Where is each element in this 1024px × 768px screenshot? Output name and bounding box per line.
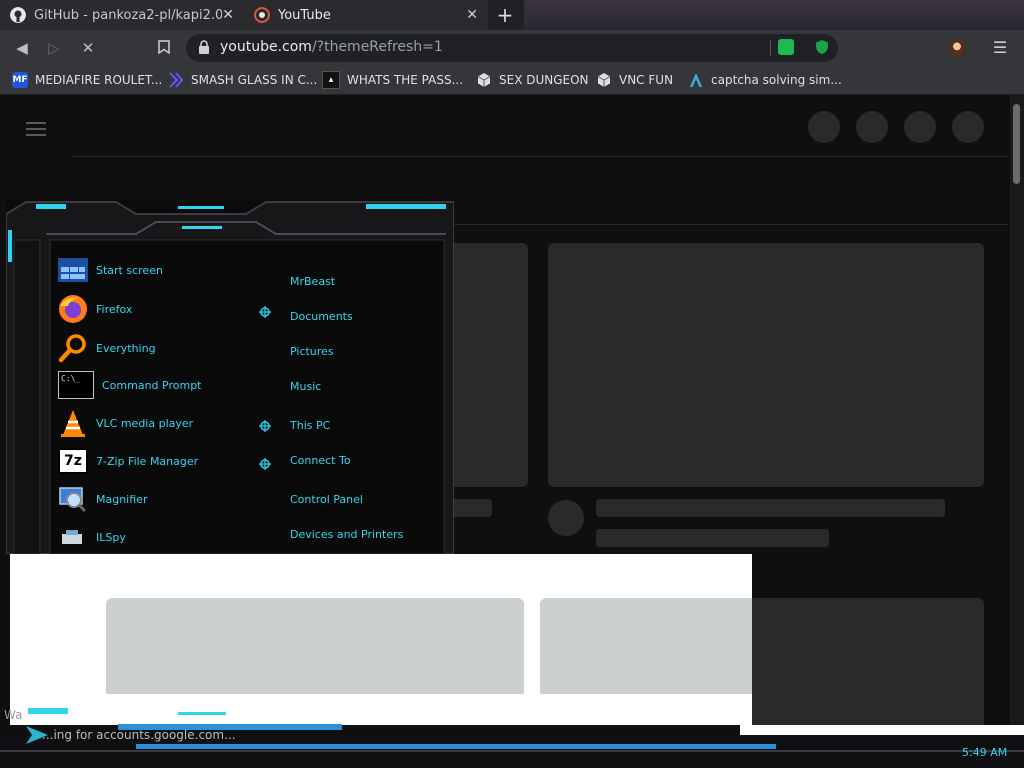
app-item[interactable]: ILSpy <box>58 518 258 556</box>
app-item[interactable]: 7z 7-Zip File Manager <box>58 442 258 480</box>
app-label: Command Prompt <box>102 378 202 392</box>
profile-avatar[interactable] <box>949 40 965 56</box>
skeleton-button <box>904 111 936 143</box>
skeleton-thumbnail <box>540 598 752 694</box>
link-music[interactable]: Music <box>290 380 321 393</box>
app-label: Firefox <box>96 302 133 316</box>
magnifier-icon <box>58 484 88 514</box>
app-label: ILSpy <box>96 530 126 544</box>
arch-logo-icon <box>690 73 702 87</box>
link-connect-to[interactable]: Connect To <box>290 454 351 467</box>
cmd-icon: C:\_ <box>58 371 94 399</box>
pin-icon[interactable] <box>259 420 271 432</box>
bookmark-item[interactable]: captcha solving sim... <box>688 66 842 94</box>
bookmark-item[interactable]: SEX DUNGEON <box>476 66 589 94</box>
ilspy-icon <box>58 522 88 552</box>
back-arrow-icon[interactable]: ◀ <box>12 38 32 58</box>
lock-icon[interactable] <box>198 40 210 54</box>
bookmark-label: WHATS THE PASS... <box>347 73 464 87</box>
new-tab-button[interactable]: + <box>494 4 516 26</box>
cube-icon <box>597 73 611 87</box>
skeleton-subtitle <box>596 529 829 547</box>
hamburger-menu-icon[interactable] <box>26 118 46 140</box>
skeleton-thumbnail <box>548 243 984 487</box>
bookmark-label: captcha solving sim... <box>711 73 842 87</box>
app-label: Start screen <box>96 263 163 277</box>
bookmark-label: SMASH GLASS IN C... <box>191 73 318 87</box>
chevron-logo-icon <box>169 72 184 88</box>
dark-square-icon: ▴ <box>322 71 340 89</box>
start-screen-icon <box>58 255 88 285</box>
bookmark-item[interactable]: ▴ WHATS THE PASS... <box>322 66 463 94</box>
loading-spinner-icon <box>254 7 270 23</box>
app-item[interactable]: Everything <box>58 330 258 366</box>
tab-youtube[interactable]: YouTube ✕ <box>244 0 488 30</box>
skeleton-title <box>454 499 492 517</box>
pin-icon[interactable] <box>259 306 271 318</box>
start-orb-icon[interactable] <box>24 722 50 748</box>
status-left-text: Wa <box>4 708 23 722</box>
tab-github[interactable]: GitHub - pankoza2-pl/kapi2.0peys ✕ <box>0 0 244 30</box>
app-label: Magnifier <box>96 492 148 506</box>
skeleton-avatar <box>952 111 984 143</box>
link-control-panel[interactable]: Control Panel <box>290 493 363 506</box>
link-documents[interactable]: Documents <box>290 310 353 323</box>
bookmark-item[interactable]: MF MEDIAFIRE ROULET... <box>12 66 162 94</box>
skeleton-button <box>856 111 888 143</box>
url-host: youtube.com <box>220 39 312 55</box>
titlebar-decoration <box>524 0 1024 30</box>
mediafire-icon: MF <box>12 72 28 88</box>
url-text[interactable]: youtube.com/?themeRefresh=1 <box>220 39 443 55</box>
tab-title: GitHub - pankoza2-pl/kapi2.0peys <box>34 7 223 23</box>
app-item[interactable]: Magnifier <box>58 480 258 518</box>
app-item[interactable]: C:\_ Command Prompt <box>58 366 258 404</box>
divider <box>770 40 771 56</box>
green-extension-icon[interactable] <box>778 39 794 55</box>
tab-title: YouTube <box>278 7 331 23</box>
github-icon <box>10 7 26 23</box>
skeleton-button <box>808 111 840 143</box>
magnifier-orange-icon <box>58 333 88 363</box>
bookmark-label: MEDIAFIRE ROULET... <box>35 73 163 87</box>
close-icon[interactable]: ✕ <box>222 7 234 23</box>
bookmark-label: SEX DUNGEON <box>499 73 589 87</box>
skeleton-thumbnail <box>454 243 528 487</box>
shield-extension-icon[interactable] <box>814 39 830 55</box>
vlc-cone-icon <box>58 408 88 438</box>
link-pictures[interactable]: Pictures <box>290 345 334 358</box>
app-item[interactable]: Start screen <box>58 254 258 286</box>
scrollbar[interactable] <box>1010 95 1024 735</box>
bookmark-label: VNC FUN <box>619 73 674 87</box>
close-icon[interactable]: ✕ <box>466 7 478 23</box>
app-item[interactable]: VLC media player <box>58 404 258 442</box>
stop-loading-icon[interactable]: ✕ <box>78 38 98 58</box>
taskbar-clock[interactable]: 5:49 AM <box>962 746 1007 759</box>
app-label: 7-Zip File Manager <box>96 454 199 468</box>
link-mrbeast[interactable]: MrBeast <box>290 275 335 288</box>
app-label: Everything <box>96 341 156 355</box>
kebab-menu-icon[interactable]: ☰ <box>990 38 1010 57</box>
bookmark-star-icon[interactable] <box>158 40 170 54</box>
cube-icon <box>477 73 491 87</box>
bookmark-item[interactable]: SMASH GLASS IN C... <box>168 66 317 94</box>
scrollbar-thumb[interactable] <box>1013 104 1020 184</box>
app-label: VLC media player <box>96 416 194 430</box>
firefox-icon <box>58 294 88 324</box>
forward-arrow-icon[interactable]: ▷ <box>44 38 64 58</box>
link-this-pc[interactable]: This PC <box>290 419 330 432</box>
status-text: ...ing for accounts.google.com... <box>42 728 236 742</box>
url-path: /?themeRefresh=1 <box>311 39 443 55</box>
pin-icon[interactable] <box>259 458 271 470</box>
7zip-icon: 7z <box>58 448 88 474</box>
bookmark-item[interactable]: VNC FUN <box>596 66 673 94</box>
app-item[interactable]: Firefox <box>58 288 258 330</box>
link-devices-and-printers[interactable]: Devices and Printers <box>290 528 403 541</box>
app-list: Start screen Firefox Everything C:\_ Com… <box>58 254 258 556</box>
skeleton-title <box>596 499 945 517</box>
skeleton-channel-avatar <box>548 500 584 536</box>
skeleton-thumbnail <box>106 598 524 694</box>
divider <box>72 156 1008 157</box>
